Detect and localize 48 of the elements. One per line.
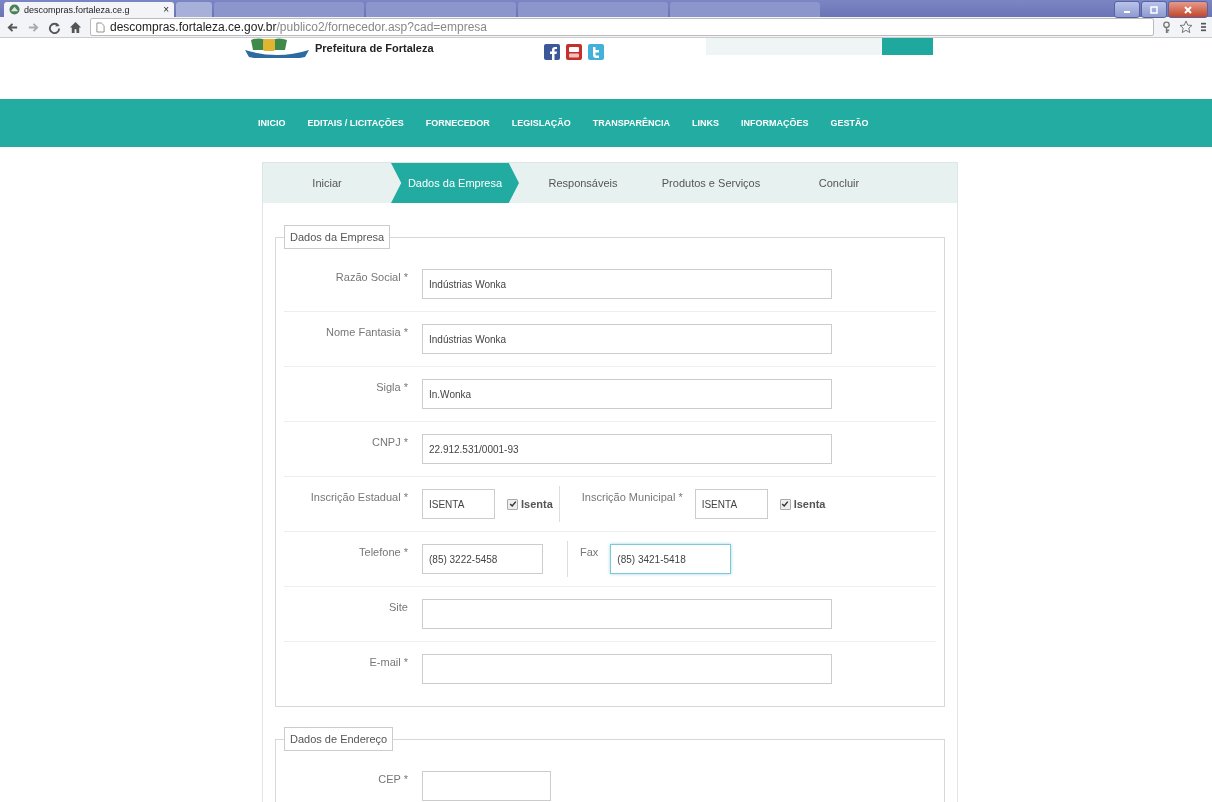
field-label: Razão Social * — [334, 271, 408, 283]
section-legend: Dados da Empresa — [284, 225, 391, 249]
checkbox[interactable] — [779, 498, 791, 510]
minimize-icon[interactable] — [1114, 1, 1140, 18]
input-field[interactable]: (85) 3421-5418 — [610, 544, 732, 574]
facebook-icon[interactable] — [543, 44, 560, 60]
forward-icon[interactable] — [27, 20, 40, 34]
input-field[interactable]: Indústrias Wonka — [422, 324, 832, 354]
input-field[interactable]: In.Wonka — [422, 379, 832, 409]
close-icon[interactable]: × — [163, 4, 169, 15]
favicon-icon — [9, 4, 20, 15]
address-bar[interactable]: descompras.fortaleza.ce.gov.br/publico2/fornecedor.asp?cad=empresa — [90, 18, 1154, 36]
video-icon[interactable] — [565, 44, 582, 60]
exempt-checkbox[interactable]: Isenta — [507, 498, 553, 510]
input-field[interactable]: ISENTA — [422, 489, 495, 519]
input-field[interactable]: Indústrias Wonka — [422, 269, 832, 299]
close-icon[interactable] — [1168, 1, 1208, 18]
home-icon[interactable] — [69, 20, 82, 34]
input-field[interactable] — [422, 599, 832, 629]
site-name: Prefeitura de Fortaleza — [315, 42, 434, 54]
checkbox[interactable] — [507, 498, 518, 510]
field-label: Site — [388, 601, 408, 613]
twitter-icon[interactable] — [587, 44, 604, 60]
section-legend: Dados de Endereço — [284, 727, 394, 751]
input-field[interactable] — [422, 771, 551, 801]
field-label: CNPJ * — [370, 436, 408, 448]
field-label: Inscrição Municipal * — [581, 491, 683, 503]
field-label: Inscrição Estadual * — [309, 491, 408, 503]
input-field[interactable]: 22.912.531/0001-93 — [422, 434, 832, 464]
browser-tab[interactable]: descompras.fortaleza.ce.g × — [4, 2, 174, 17]
maximize-icon[interactable] — [1141, 1, 1167, 18]
field-label: E-mail * — [368, 656, 408, 668]
key-icon[interactable] — [1162, 20, 1171, 34]
field-label: CEP * — [377, 773, 408, 785]
tab-title: descompras.fortaleza.ce.g — [24, 4, 131, 15]
back-icon[interactable] — [6, 20, 19, 34]
field-label: Fax — [580, 546, 599, 558]
star-icon[interactable] — [1179, 20, 1193, 34]
crest-icon — [245, 38, 309, 58]
exempt-checkbox[interactable]: Isenta — [779, 498, 826, 510]
input-field[interactable] — [422, 654, 832, 684]
reload-icon[interactable] — [48, 20, 61, 34]
input-field[interactable]: ISENTA — [694, 489, 768, 519]
menu-icon[interactable] — [1201, 21, 1206, 33]
field-label: Sigla * — [375, 381, 408, 393]
input-field[interactable]: (85) 3222-5458 — [422, 544, 543, 574]
field-label: Telefone * — [358, 546, 408, 558]
field-label: Nome Fantasia * — [325, 326, 408, 338]
